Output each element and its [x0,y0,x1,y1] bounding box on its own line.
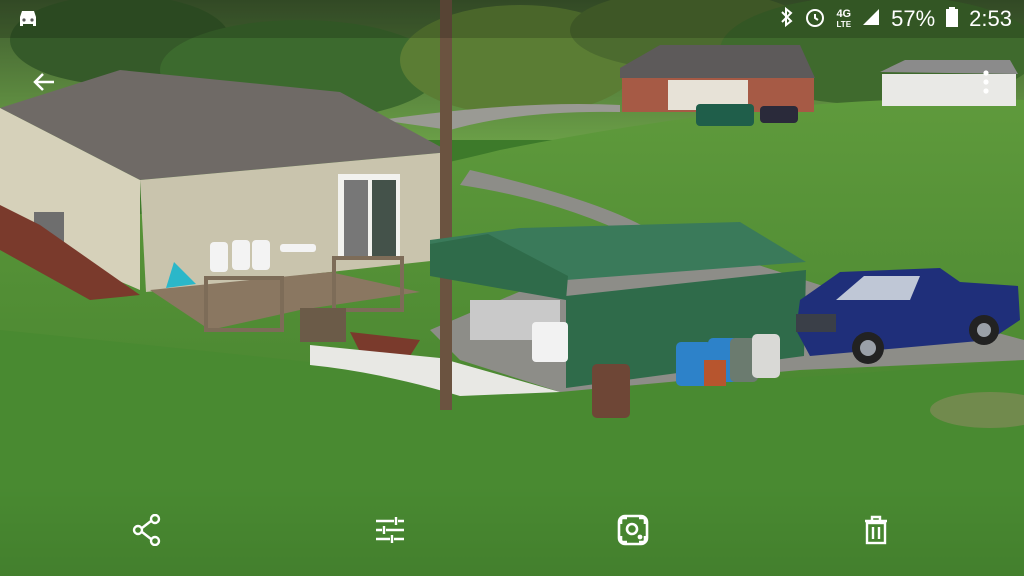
network-type-label: 4G LTE [836,7,852,30]
network-type: 4G [836,7,852,20]
bluetooth-icon [780,6,794,33]
battery-icon [945,6,959,33]
status-bar: 4G LTE 57% 2:53 [0,0,1024,38]
alarm-icon [804,6,826,33]
lens-button[interactable] [605,502,661,558]
utility-pole [440,0,452,410]
share-icon [132,514,161,546]
brick-house [620,45,815,112]
clock-time: 2:53 [969,6,1012,31]
more-options-button[interactable] [964,60,1008,104]
back-button[interactable] [22,60,66,104]
arrow-left-icon [33,73,54,91]
more-vertical-icon [983,70,989,94]
battery-percent: 57% [891,6,936,31]
bottom-action-bar [0,484,1024,576]
share-button[interactable] [119,502,175,558]
car-mode-icon [16,8,40,35]
network-sub: LTE [836,19,852,29]
lens-icon [617,514,649,546]
tune-sliders-icon [376,517,404,543]
signal-icon [861,7,881,32]
delete-button[interactable] [848,502,904,558]
edit-button[interactable] [362,502,418,558]
trash-icon [865,515,887,545]
